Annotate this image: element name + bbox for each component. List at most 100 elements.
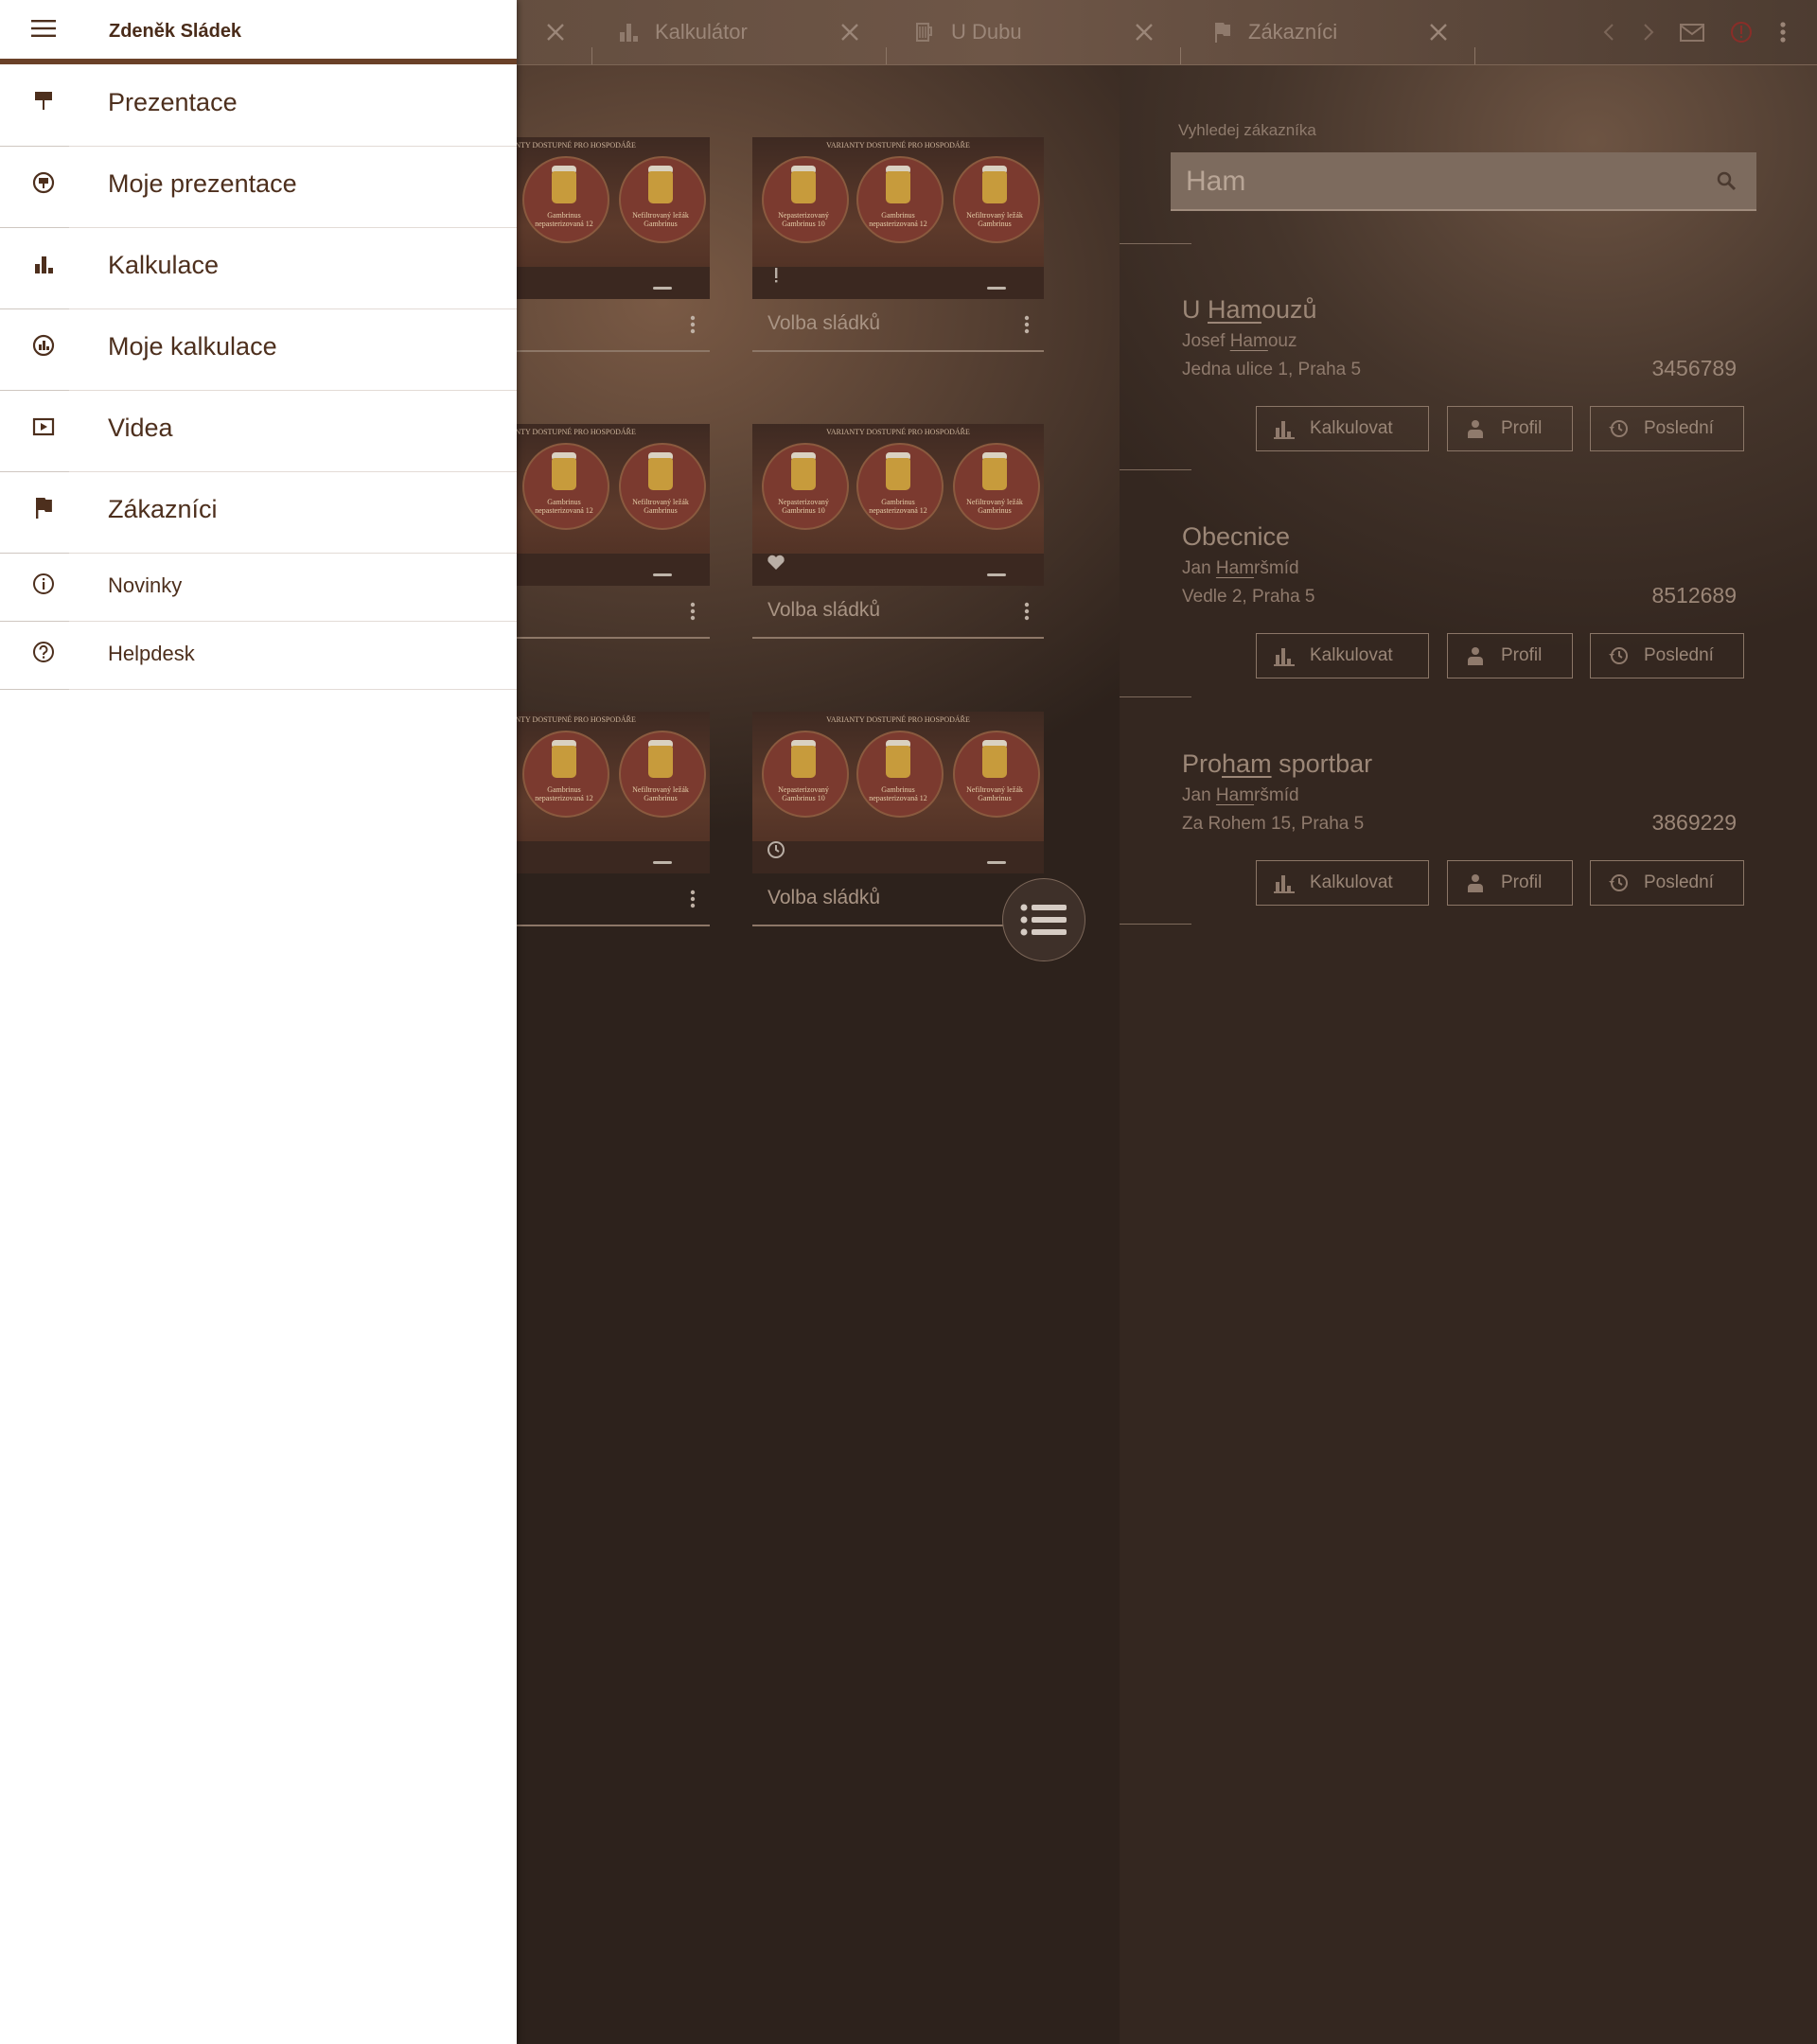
search-icon[interactable] [1715, 169, 1738, 192]
presentation-thumbnail: VARIANTY DOSTUPNÉ PRO HOSPODÁŘE Nepasteri… [752, 137, 1044, 299]
bar-chart-icon [620, 24, 638, 42]
drawer-item-helpdesk[interactable]: Helpdesk [0, 622, 517, 690]
history-icon [1609, 420, 1628, 437]
presentation-thumbnail: VARIANTY DOSTUPNÉ PRO HOSPODÁŘE Nepasteri… [752, 712, 1044, 873]
drawer-item-label: Videa [108, 414, 173, 442]
more-vert-icon[interactable] [1023, 601, 1031, 622]
calculate-button[interactable]: Kalkulovat [1256, 633, 1429, 678]
bar-chart-icon [1274, 648, 1295, 666]
presentation-card[interactable]: VARIANTY DOSTUPNÉ PRO HOSPODÁŘE Nepasteri… [752, 424, 1044, 639]
customer-contact: Josef Hamouz [1182, 331, 1297, 351]
history-icon [1609, 874, 1628, 891]
thumbnail-label: Nefiltrovaný ležák Gambrinus [632, 785, 689, 802]
customer-number: 3456789 [1651, 356, 1737, 380]
drawer-item-label: Zákazníci [108, 495, 218, 523]
card-footer: Volba sládků [752, 299, 1044, 352]
presentation-thumbnail: VARIANTY DOSTUPNÉ PRO HOSPODÁŘE Nepasteri… [752, 424, 1044, 586]
more-vert-icon[interactable] [689, 314, 697, 335]
drawer-item-prezentace[interactable]: Prezentace [0, 65, 517, 147]
thumbnail-label: Nefiltrovaný ležák Gambrinus [966, 211, 1023, 228]
help-icon [31, 640, 56, 664]
last-visit-button[interactable]: Poslední [1590, 406, 1744, 451]
person-icon [1468, 420, 1483, 438]
tab-close-icon[interactable] [836, 18, 864, 46]
person-icon [1468, 647, 1483, 665]
thumbnail-label: Gambrinus nepasterizovaná 12 [535, 785, 593, 802]
easel-icon [31, 89, 56, 114]
alert-icon [775, 268, 778, 283]
tab-label: Kalkulátor [655, 20, 748, 44]
tab-zakaznici[interactable]: Zákazníci [1210, 0, 1337, 64]
drawer-item-label: Moje prezentace [108, 169, 297, 198]
more-vert-icon[interactable] [1023, 314, 1031, 335]
thumbnail-label: Nefiltrovaný ležák Gambrinus [966, 785, 1023, 802]
customer-name[interactable]: Obecnice [1182, 522, 1290, 552]
tab-label: U Dubu [951, 20, 1022, 44]
menu-icon[interactable] [31, 19, 56, 38]
drawer-item-moje-kalkulace[interactable]: Moje kalkulace [0, 309, 517, 391]
calculate-button[interactable]: Kalkulovat [1256, 860, 1429, 906]
last-visit-button[interactable]: Poslední [1590, 633, 1744, 678]
thumbnail-heading: VARIANTY DOSTUPNÉ PRO HOSPODÁŘE [826, 141, 970, 150]
tab-kalkulator[interactable]: Kalkulátor [617, 0, 748, 64]
presentation-card[interactable]: VARIANTY DOSTUPNÉ PRO HOSPODÁŘE Nepasteri… [752, 712, 1044, 926]
drawer-item-kalkulace[interactable]: Kalkulace [0, 228, 517, 309]
customer-number: 3869229 [1651, 810, 1737, 835]
tab-close-icon[interactable] [1424, 18, 1453, 46]
bar-chart-icon [31, 252, 56, 276]
search-input[interactable] [1184, 160, 1680, 203]
mail-icon[interactable] [1677, 17, 1707, 47]
customer-card[interactable]: U Hamouzů Josef Hamouz Jedna ulice 1, Prah… [1182, 295, 1750, 456]
chevron-right-icon[interactable] [1633, 17, 1664, 47]
drawer-accent-bar [0, 59, 517, 64]
profile-button[interactable]: Profil [1447, 633, 1573, 678]
drawer-item-zákazníci[interactable]: Zákazníci [0, 472, 517, 554]
thumbnail-label: Gambrinus nepasterizovaná 12 [869, 211, 927, 228]
list-view-button[interactable] [1002, 878, 1085, 961]
more-vert-icon[interactable] [689, 601, 697, 622]
thumbnail-label: Nefiltrovaný ležák Gambrinus [966, 498, 1023, 515]
thumbnail-label: Gambrinus nepasterizovaná 12 [535, 498, 593, 515]
navigation-drawer: Zdeněk Sládek Prezentace Moje prezentace K… [0, 0, 517, 2044]
tab-close-icon[interactable] [541, 18, 570, 46]
user-name: Zdeněk Sládek [109, 21, 242, 42]
profile-button[interactable]: Profil [1447, 860, 1573, 906]
customer-name[interactable]: Proham sportbar [1182, 749, 1372, 779]
customer-address: Vedle 2, Praha 5 [1182, 587, 1315, 607]
info-icon [31, 572, 56, 596]
card-title: Volba sládků [767, 312, 881, 334]
tab-u-dubu[interactable]: U Dubu [913, 0, 1022, 64]
customer-search[interactable] [1171, 152, 1756, 211]
history-icon [1609, 647, 1628, 664]
more-vert-icon[interactable] [1768, 17, 1798, 47]
customer-contact: Jan Hamršmíd [1182, 785, 1299, 805]
chevron-left-icon[interactable] [1594, 17, 1624, 47]
favorite-icon [767, 555, 785, 570]
calculate-button[interactable]: Kalkulovat [1256, 406, 1429, 451]
more-vert-icon[interactable] [689, 889, 697, 909]
drawer-item-label: Helpdesk [108, 642, 195, 665]
card-title: Volba sládků [767, 599, 881, 621]
tab-label: Zákazníci [1248, 20, 1338, 44]
drawer-item-label: Kalkulace [108, 251, 220, 279]
presentation-card[interactable]: VARIANTY DOSTUPNÉ PRO HOSPODÁŘE Nepasteri… [752, 137, 1044, 352]
drawer-item-videa[interactable]: Videa [0, 391, 517, 472]
customer-card[interactable]: Obecnice Jan Hamršmíd Vedle 2, Praha 5 8512… [1182, 522, 1750, 683]
thumbnail-label: Nepasterizovaný Gambrinus 10 [778, 498, 829, 515]
last-visit-button[interactable]: Poslední [1590, 860, 1744, 906]
thumbnail-heading: VARIANTY DOSTUPNÉ PRO HOSPODÁŘE [826, 715, 970, 724]
profile-button[interactable]: Profil [1447, 406, 1573, 451]
drawer-header: Zdeněk Sládek [0, 0, 517, 59]
bar-chart-icon [1274, 875, 1295, 893]
drawer-item-label: Moje kalkulace [108, 332, 277, 361]
customer-card[interactable]: Proham sportbar Jan Hamršmíd Za Rohem 15, … [1182, 749, 1750, 910]
bar-chart-icon [1274, 421, 1295, 439]
drawer-item-novinky[interactable]: Novinky [0, 554, 517, 622]
flag-icon [31, 496, 56, 520]
flag-icon [1215, 23, 1230, 43]
drawer-item-moje-prezentace[interactable]: Moje prezentace [0, 147, 517, 228]
customer-name[interactable]: U Hamouzů [1182, 295, 1317, 325]
thumbnail-heading: VARIANTY DOSTUPNÉ PRO HOSPODÁŘE [826, 428, 970, 436]
tab-close-icon[interactable] [1130, 18, 1158, 46]
alert-icon[interactable] [1726, 17, 1756, 47]
